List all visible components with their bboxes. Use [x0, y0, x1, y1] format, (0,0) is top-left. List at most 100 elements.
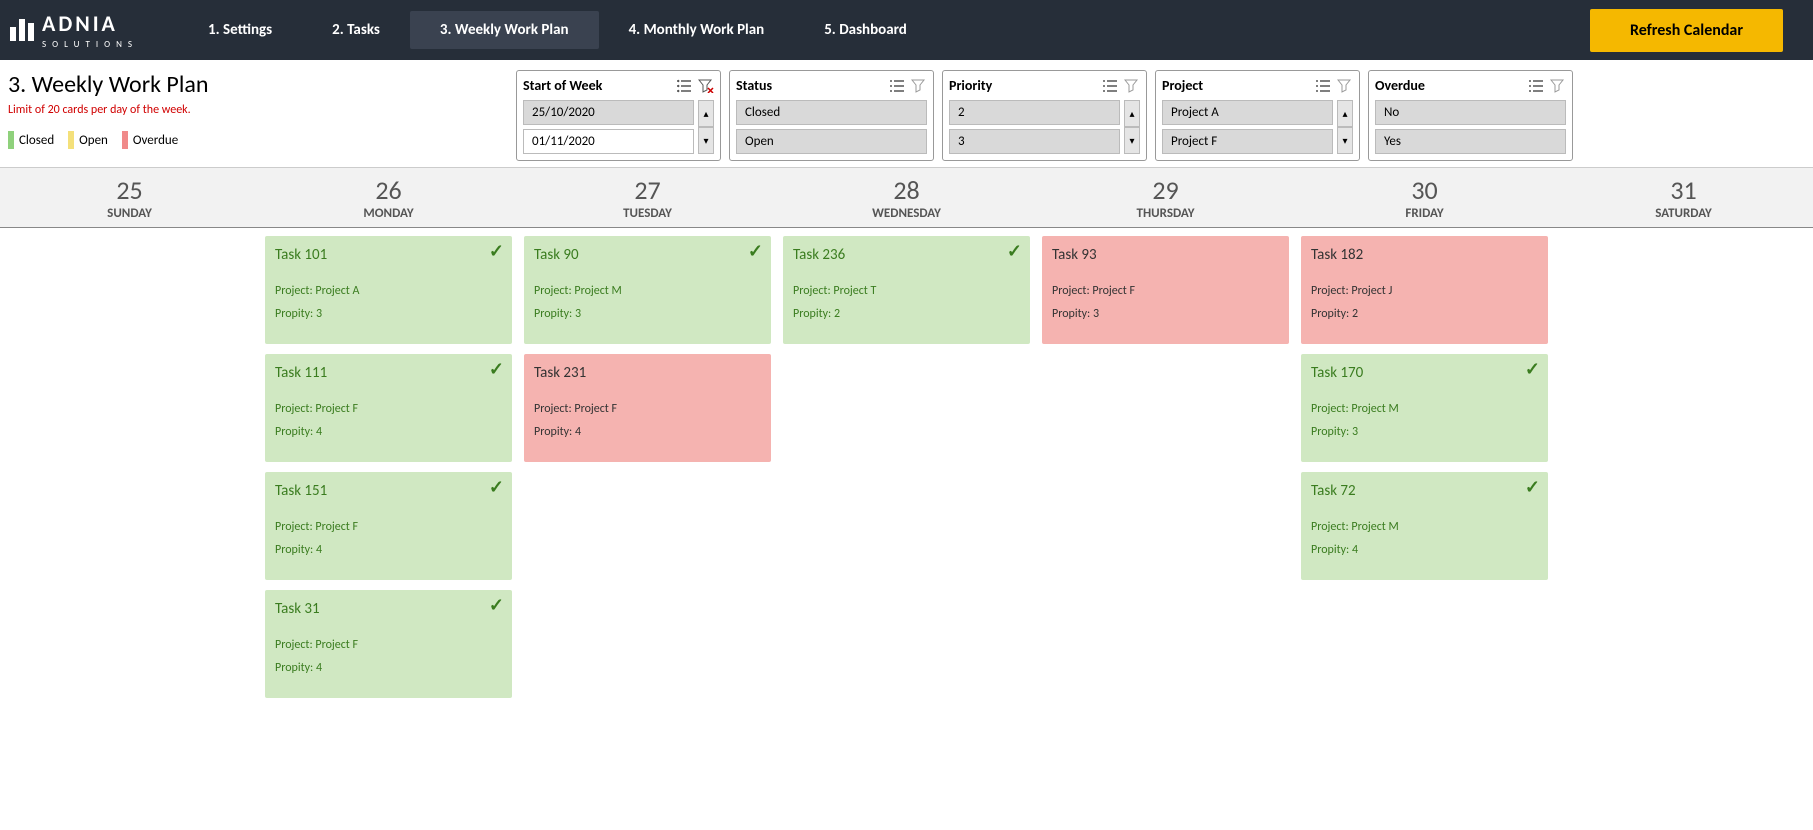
- slicer-priority-option-0[interactable]: 2: [949, 100, 1120, 125]
- slicer-priority-up[interactable]: ▴: [1124, 100, 1140, 127]
- slicer-start-title: Start of Week: [523, 77, 602, 94]
- task-card[interactable]: ✓ Task 72 Project: Project M Propity: 4: [1301, 472, 1548, 580]
- task-project: Project: Project M: [534, 280, 761, 303]
- task-project: Project: Project F: [275, 398, 502, 421]
- slicer-project-option-1[interactable]: Project F: [1162, 129, 1333, 154]
- refresh-calendar-button[interactable]: Refresh Calendar: [1590, 9, 1783, 52]
- slicer-status-option-1[interactable]: Open: [736, 129, 927, 154]
- task-card[interactable]: Task 182 Project: Project J Propity: 2: [1301, 236, 1548, 344]
- day-name-monday: MONDAY: [259, 206, 518, 221]
- slicer-priority-down[interactable]: ▾: [1124, 127, 1140, 154]
- slicer-start-of-week: Start of Week 25/10/2020 01/11/2020 ▴ ▾: [516, 70, 721, 161]
- task-title: Task 170: [1311, 364, 1538, 382]
- task-priority: Propity: 3: [534, 303, 761, 326]
- limit-text: Limit of 20 cards per day of the week.: [8, 103, 508, 117]
- multiselect-icon[interactable]: [889, 79, 905, 93]
- checkmark-icon: ✓: [1525, 358, 1540, 380]
- col-friday: Task 182 Project: Project J Propity: 2 ✓…: [1295, 228, 1554, 716]
- nav-dashboard[interactable]: 5. Dashboard: [794, 11, 937, 49]
- day-name-friday: FRIDAY: [1295, 206, 1554, 221]
- day-header-monday: 26 MONDAY: [259, 168, 518, 227]
- slicer-project-down[interactable]: ▾: [1337, 127, 1353, 154]
- brand-name: ADNIA: [42, 10, 138, 37]
- slicer-status-option-0[interactable]: Closed: [736, 100, 927, 125]
- task-priority: Propity: 2: [1311, 303, 1538, 326]
- task-project: Project: Project M: [1311, 398, 1538, 421]
- task-priority: Propity: 4: [534, 421, 761, 444]
- nav-settings[interactable]: 1. Settings: [178, 11, 302, 49]
- legend-open: Open: [68, 131, 108, 149]
- task-card[interactable]: ✓ Task 151 Project: Project F Propity: 4: [265, 472, 512, 580]
- task-title: Task 101: [275, 246, 502, 264]
- logo-icon: [10, 19, 34, 41]
- filter-icon[interactable]: [1550, 79, 1566, 93]
- multiselect-icon[interactable]: [1528, 79, 1544, 93]
- slicer-start-up[interactable]: ▴: [698, 100, 714, 127]
- task-card[interactable]: Task 93 Project: Project F Propity: 3: [1042, 236, 1289, 344]
- task-card[interactable]: ✓ Task 90 Project: Project M Propity: 3: [524, 236, 771, 344]
- task-card[interactable]: ✓ Task 111 Project: Project F Propity: 4: [265, 354, 512, 462]
- task-project: Project: Project F: [534, 398, 761, 421]
- slicer-priority-option-1[interactable]: 3: [949, 129, 1120, 154]
- task-priority: Propity: 3: [1052, 303, 1279, 326]
- task-project: Project: Project M: [1311, 516, 1538, 539]
- task-card[interactable]: ✓ Task 101 Project: Project A Propity: 3: [265, 236, 512, 344]
- nav-weekly[interactable]: 3. Weekly Work Plan: [410, 11, 599, 49]
- task-card[interactable]: Task 231 Project: Project F Propity: 4: [524, 354, 771, 462]
- task-project: Project: Project F: [275, 516, 502, 539]
- col-monday: ✓ Task 101 Project: Project A Propity: 3…: [259, 228, 518, 716]
- task-card[interactable]: ✓ Task 31 Project: Project F Propity: 4: [265, 590, 512, 698]
- col-tuesday: ✓ Task 90 Project: Project M Propity: 3 …: [518, 228, 777, 716]
- task-priority: Propity: 3: [1311, 421, 1538, 444]
- slicer-overdue-option-1[interactable]: Yes: [1375, 129, 1566, 154]
- legend-open-swatch: [68, 131, 74, 149]
- slicer-start-option-0[interactable]: 25/10/2020: [523, 100, 694, 125]
- task-title: Task 182: [1311, 246, 1538, 264]
- nav-tasks[interactable]: 2. Tasks: [302, 11, 410, 49]
- day-name-wednesday: WEDNESDAY: [777, 206, 1036, 221]
- day-num-26: 26: [259, 174, 518, 206]
- nav-monthly[interactable]: 4. Monthly Work Plan: [599, 11, 795, 49]
- col-sunday: [0, 228, 259, 716]
- slicer-project: Project Project A Project F ▴ ▾: [1155, 70, 1360, 161]
- col-thursday: Task 93 Project: Project F Propity: 3: [1036, 228, 1295, 716]
- filter-icon[interactable]: [1124, 79, 1140, 93]
- filter-icon[interactable]: [911, 79, 927, 93]
- day-header-wednesday: 28 WEDNESDAY: [777, 168, 1036, 227]
- legend-closed-swatch: [8, 131, 14, 149]
- clear-filter-icon[interactable]: [698, 79, 714, 93]
- filter-icon[interactable]: [1337, 79, 1353, 93]
- brand-tagline: SOLUTIONS: [42, 39, 138, 50]
- slicer-status: Status Closed Open: [729, 70, 934, 161]
- checkmark-icon: ✓: [1525, 476, 1540, 498]
- main-nav: 1. Settings 2. Tasks 3. Weekly Work Plan…: [178, 11, 1590, 49]
- slicer-project-up[interactable]: ▴: [1337, 100, 1353, 127]
- multiselect-icon[interactable]: [1315, 79, 1331, 93]
- day-header-row: 25 SUNDAY 26 MONDAY 27 TUESDAY 28 WEDNES…: [0, 167, 1813, 228]
- task-priority: Propity: 4: [275, 539, 502, 562]
- task-priority: Propity: 3: [275, 303, 502, 326]
- task-card[interactable]: ✓ Task 236 Project: Project T Propity: 2: [783, 236, 1030, 344]
- slicer-project-option-0[interactable]: Project A: [1162, 100, 1333, 125]
- multiselect-icon[interactable]: [1102, 79, 1118, 93]
- multiselect-icon[interactable]: [676, 79, 692, 93]
- slicer-overdue: Overdue No Yes: [1368, 70, 1573, 161]
- day-name-saturday: SATURDAY: [1554, 206, 1813, 221]
- slicer-overdue-option-0[interactable]: No: [1375, 100, 1566, 125]
- page-title-block: 3. Weekly Work Plan Limit of 20 cards pe…: [8, 70, 508, 149]
- task-title: Task 93: [1052, 246, 1279, 264]
- task-priority: Propity: 4: [275, 421, 502, 444]
- task-priority: Propity: 4: [1311, 539, 1538, 562]
- checkmark-icon: ✓: [489, 594, 504, 616]
- slicer-start-down[interactable]: ▾: [698, 127, 714, 154]
- calendar-body: ✓ Task 101 Project: Project A Propity: 3…: [0, 228, 1813, 716]
- app-header: ADNIA SOLUTIONS 1. Settings 2. Tasks 3. …: [0, 0, 1813, 60]
- legend-closed: Closed: [8, 131, 54, 149]
- slicer-start-option-1[interactable]: 01/11/2020: [523, 129, 694, 154]
- day-header-saturday: 31 SATURDAY: [1554, 168, 1813, 227]
- legend-overdue-swatch: [122, 131, 128, 149]
- task-card[interactable]: ✓ Task 170 Project: Project M Propity: 3: [1301, 354, 1548, 462]
- checkmark-icon: ✓: [489, 358, 504, 380]
- day-header-friday: 30 FRIDAY: [1295, 168, 1554, 227]
- task-project: Project: Project F: [275, 634, 502, 657]
